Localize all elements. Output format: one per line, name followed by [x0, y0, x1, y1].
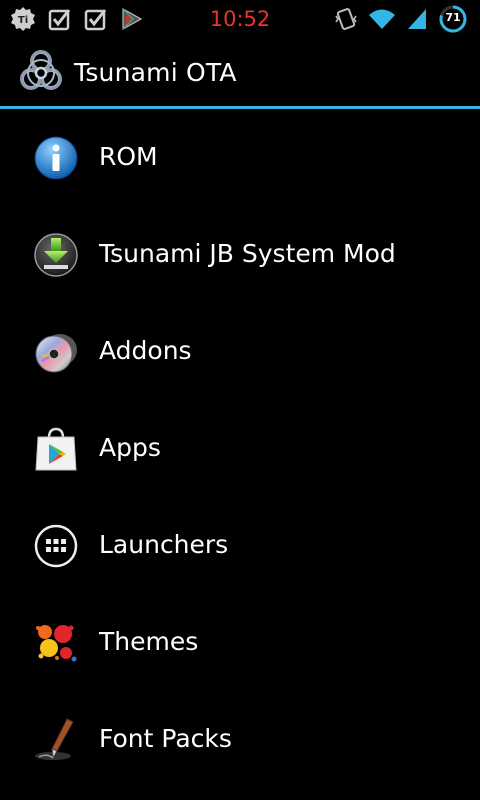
menu-item-label: Apps: [99, 433, 161, 462]
biohazard-icon[interactable]: [18, 49, 64, 95]
page-title: Tsunami OTA: [74, 58, 237, 87]
status-bar: Ti 10:52 71: [0, 0, 480, 38]
battery-icon: 71: [438, 4, 468, 34]
menu-item-system-mod[interactable]: Tsunami JB System Mod: [0, 206, 480, 303]
wifi-icon: [369, 9, 395, 29]
menu-item-themes[interactable]: Themes: [0, 594, 480, 691]
info-icon: [34, 136, 78, 180]
menu-list: ROM Tsunami JB System Mod Addons Apps La…: [0, 109, 480, 788]
paint-splatter-icon: [36, 625, 77, 662]
disc-icon: [35, 334, 77, 373]
battery-percent: 71: [445, 11, 461, 24]
menu-item-font-packs[interactable]: Font Packs: [0, 691, 480, 788]
app-drawer-icon: [34, 524, 78, 568]
menu-item-apps[interactable]: Apps: [0, 400, 480, 497]
menu-item-label: Themes: [99, 627, 199, 656]
play-store-bag-icon: [35, 427, 77, 471]
menu-item-label: Tsunami JB System Mod: [99, 239, 396, 268]
menu-item-label: Addons: [99, 336, 192, 365]
menu-item-addons[interactable]: Addons: [0, 303, 480, 400]
download-icon: [34, 233, 78, 277]
system-icons: 71: [334, 4, 468, 34]
pen-nib-icon: [35, 718, 74, 760]
action-bar: Tsunami OTA: [0, 38, 480, 106]
menu-item-launchers[interactable]: Launchers: [0, 497, 480, 594]
signal-icon: [408, 9, 426, 29]
menu-item-label: ROM: [99, 142, 158, 171]
menu-item-label: Font Packs: [99, 724, 232, 753]
vibrate-icon: [335, 8, 357, 30]
menu-item-label: Launchers: [99, 530, 229, 559]
menu-item-rom[interactable]: ROM: [0, 109, 480, 206]
